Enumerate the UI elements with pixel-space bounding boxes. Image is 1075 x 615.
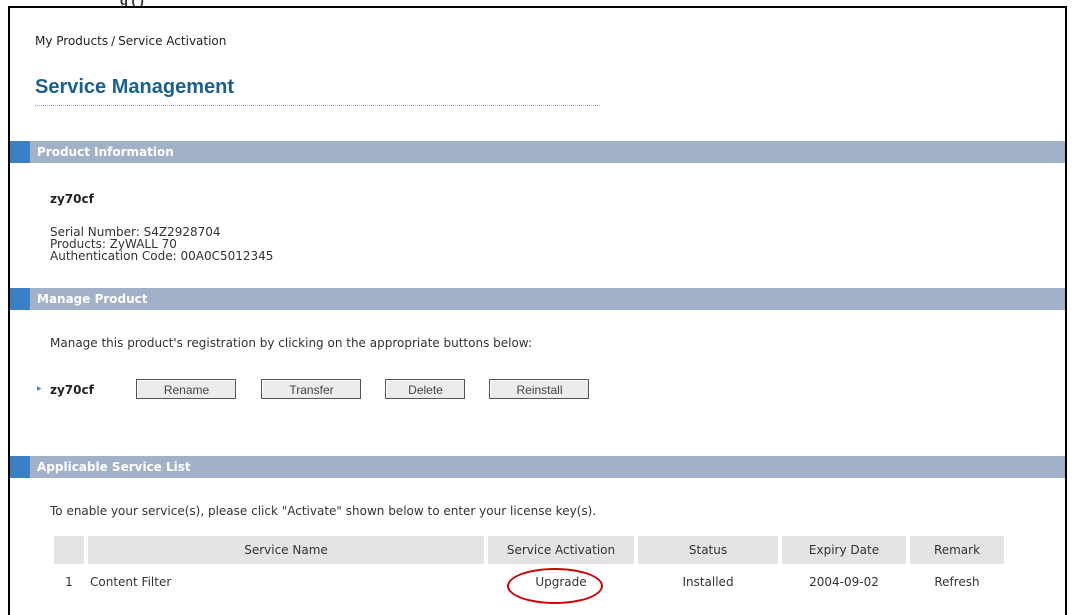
section-accent <box>10 141 30 163</box>
service-name-link[interactable]: Content Filter <box>88 564 484 600</box>
highlight-oval <box>507 568 603 604</box>
screenshot-frame: My Products / Service Activation Service M… <box>8 6 1067 615</box>
product-information-header: Product Information <box>10 141 1065 163</box>
status-cell: Installed <box>682 575 734 589</box>
product-details: Serial Number: S4Z2928704 Products: ZyWA… <box>50 226 273 262</box>
transfer-button-label: Transfer <box>262 380 360 398</box>
manage-product-name: zy70cf <box>50 383 94 397</box>
rename-button-label: Rename <box>137 380 235 398</box>
bullet-arrow-icon: ▸ <box>37 384 42 394</box>
service-list-header: Applicable Service List <box>10 456 1065 478</box>
manage-product-header: Manage Product <box>10 288 1065 310</box>
transfer-button[interactable]: Transfer <box>261 379 361 399</box>
delete-button[interactable]: Delete <box>385 379 465 399</box>
section-accent <box>10 456 30 478</box>
refresh-link[interactable]: Refresh <box>910 564 1004 600</box>
column-header-status: Status <box>638 536 778 564</box>
rename-button[interactable]: Rename <box>136 379 236 399</box>
reinstall-button[interactable]: Reinstall <box>489 379 589 399</box>
reinstall-button-label: Reinstall <box>490 380 588 398</box>
service-instructions: To enable your service(s), please click … <box>50 504 597 518</box>
row-index: 1 <box>65 575 73 589</box>
page-title: Service Management <box>35 76 234 98</box>
product-name: zy70cf <box>50 192 94 206</box>
title-divider <box>35 105 600 106</box>
delete-button-label: Delete <box>386 380 464 398</box>
column-header-index <box>54 536 84 564</box>
section-label: Applicable Service List <box>37 460 191 474</box>
column-header-service-name: Service Name <box>88 536 484 564</box>
column-header-remark: Remark <box>910 536 1004 564</box>
section-label: Manage Product <box>37 292 148 306</box>
breadcrumb-separator: / <box>111 34 116 48</box>
column-header-service-activation: Service Activation <box>488 536 634 564</box>
breadcrumb-current: Service Activation <box>118 34 227 48</box>
section-accent <box>10 288 30 310</box>
authentication-code: Authentication Code: 00A0C5012345 <box>50 249 274 263</box>
breadcrumb-parent[interactable]: My Products <box>35 34 108 48</box>
table-header-row: Service Name Service Activation Status E… <box>54 536 1004 564</box>
manage-instructions: Manage this product's registration by cl… <box>50 336 533 350</box>
section-label: Product Information <box>37 145 174 159</box>
breadcrumb: My Products / Service Activation <box>35 34 226 48</box>
expiry-date-cell: 2004-09-02 <box>809 575 879 589</box>
column-header-expiry-date: Expiry Date <box>782 536 906 564</box>
